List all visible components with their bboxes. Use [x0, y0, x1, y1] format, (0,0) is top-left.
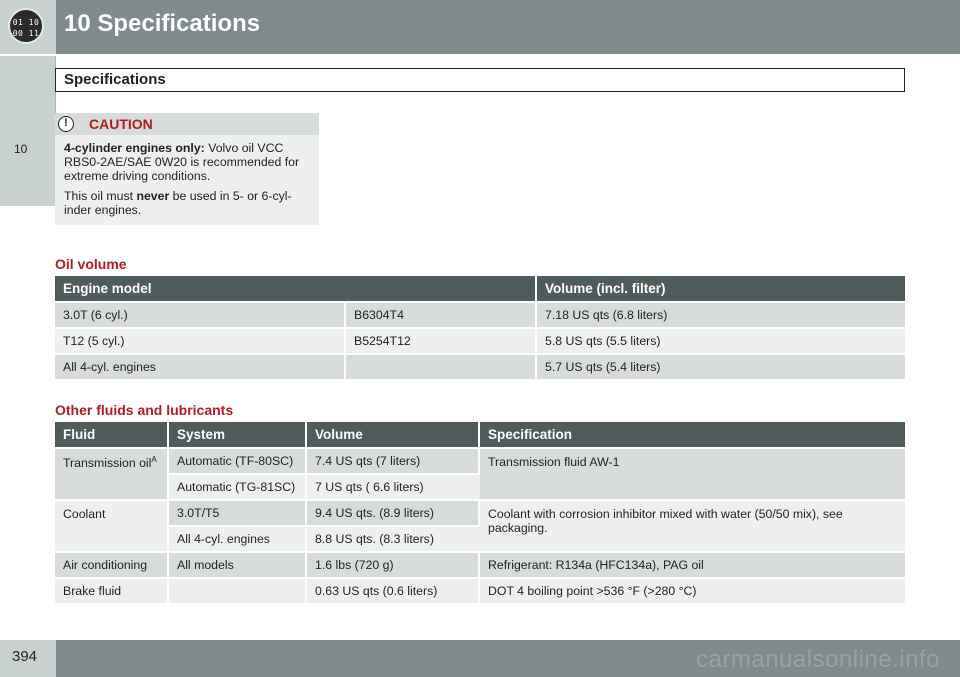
system-cell: 3.0T/T5	[169, 499, 307, 525]
page-footer: 394 carmanualsonline.info	[0, 640, 960, 677]
caution-paragraph-2: This oil must never be used in 5- or 6-c…	[64, 189, 311, 217]
section-title: Specifications	[64, 71, 166, 88]
column-header-fluid: Fluid	[55, 422, 169, 447]
caution-bold-lead: 4-cylinder engines only:	[64, 141, 205, 155]
volume-cell: 0.63 US qts (0.6 liters)	[307, 577, 480, 603]
exclamation-icon: !	[58, 116, 74, 132]
caution-paragraph-1: 4-cylinder engines only: Volvo oil VCC R…	[64, 141, 311, 183]
table-header-row: Engine model Volume (incl. filter)	[55, 276, 905, 301]
caution-bold-never: never	[136, 189, 170, 203]
chapter-tab: 10	[0, 56, 56, 206]
chapter-header: 01 10 00 11 10 Specifications	[0, 0, 960, 54]
caution-header: ! CAUTION	[55, 113, 319, 135]
volume-cell: 1.6 lbs (720 g)	[307, 551, 480, 577]
footnote-marker: A	[151, 455, 157, 464]
table-row: Brake fluid 0.63 US qts (0.6 liters) DOT…	[55, 577, 905, 603]
table-row: 3.0T (6 cyl.) B6304T4 7.18 US qts (6.8 l…	[55, 301, 905, 327]
table-row: All 4-cyl. engines 5.7 US qts (5.4 liter…	[55, 353, 905, 379]
column-header-volume: Volume (incl. filter)	[537, 276, 905, 301]
badge-bottom-text: 00 11	[12, 29, 40, 38]
chapter-title: 10 Specifications	[64, 10, 261, 37]
fluid-name: Transmission oil	[63, 456, 152, 471]
engine-model-cell: All 4-cyl. engines	[55, 353, 346, 379]
chapter-icon-box: 01 10 00 11	[0, 0, 56, 54]
volume-cell: 7.4 US qts (7 liters)	[307, 447, 480, 473]
specification-cell: Coolant with corrosion inhibitor mixed w…	[480, 499, 905, 551]
fluids-heading: Other fluids and lubricants	[55, 402, 234, 418]
specification-cell: Transmission fluid AW-1	[480, 447, 905, 499]
column-header-engine-model: Engine model	[55, 276, 537, 301]
page-number: 394	[12, 648, 38, 665]
system-cell: Automatic (TF-80SC)	[169, 447, 307, 473]
system-cell: Automatic (TG-81SC)	[169, 473, 307, 499]
volume-cell: 7 US qts ( 6.6 liters)	[307, 473, 480, 499]
volume-cell: 8.8 US qts. (8.3 liters)	[307, 525, 480, 551]
caution-body: 4-cylinder engines only: Volvo oil VCC R…	[55, 135, 319, 225]
volume-cell: 5.7 US qts (5.4 liters)	[537, 353, 905, 379]
caution-title: CAUTION	[89, 116, 153, 132]
engine-model-cell: T12 (5 cyl.)	[55, 327, 346, 353]
watermark: carmanualsonline.info	[696, 646, 940, 673]
section-header: Specifications	[55, 68, 905, 92]
system-cell: All 4-cyl. engines	[169, 525, 307, 551]
page-number-box: 394	[0, 640, 56, 677]
specification-cell: DOT 4 boiling point >536 °F (>280 °C)	[480, 577, 905, 603]
oil-volume-table: Engine model Volume (incl. filter) 3.0T …	[55, 276, 905, 379]
column-header-system: System	[169, 422, 307, 447]
specifications-icon: 01 10 00 11	[8, 8, 44, 44]
caution-box: ! CAUTION 4-cylinder engines only: Volvo…	[55, 113, 319, 225]
fluid-cell: Coolant	[55, 499, 169, 551]
specification-cell: Refrigerant: R134a (HFC134a), PAG oil	[480, 551, 905, 577]
table-row: Transmission oilA Automatic (TF-80SC) 7.…	[55, 447, 905, 499]
fluid-cell: Brake fluid	[55, 577, 169, 603]
volume-cell: 9.4 US qts. (8.9 liters)	[307, 499, 480, 525]
fluid-cell: Transmission oilA	[55, 447, 169, 499]
fluid-cell: Air conditioning	[55, 551, 169, 577]
engine-code-cell: B6304T4	[346, 301, 537, 327]
engine-code-cell: B5254T12	[346, 327, 537, 353]
caution-text-2a: This oil must	[64, 189, 137, 203]
system-cell	[169, 577, 307, 603]
fluids-table: Fluid System Volume Specification Transm…	[55, 422, 905, 603]
engine-model-cell: 3.0T (6 cyl.)	[55, 301, 346, 327]
badge-top-text: 01 10	[12, 18, 40, 27]
engine-code-cell	[346, 353, 537, 379]
table-row: T12 (5 cyl.) B5254T12 5.8 US qts (5.5 li…	[55, 327, 905, 353]
table-row: Coolant 3.0T/T5 9.4 US qts. (8.9 liters)…	[55, 499, 905, 551]
column-header-volume: Volume	[307, 422, 480, 447]
volume-cell: 5.8 US qts (5.5 liters)	[537, 327, 905, 353]
oil-volume-heading: Oil volume	[55, 256, 127, 272]
volume-cell: 7.18 US qts (6.8 liters)	[537, 301, 905, 327]
column-header-specification: Specification	[480, 422, 905, 447]
table-header-row: Fluid System Volume Specification	[55, 422, 905, 447]
chapter-tab-label: 10	[14, 142, 28, 156]
table-row: Air conditioning All models 1.6 lbs (720…	[55, 551, 905, 577]
system-cell: All models	[169, 551, 307, 577]
